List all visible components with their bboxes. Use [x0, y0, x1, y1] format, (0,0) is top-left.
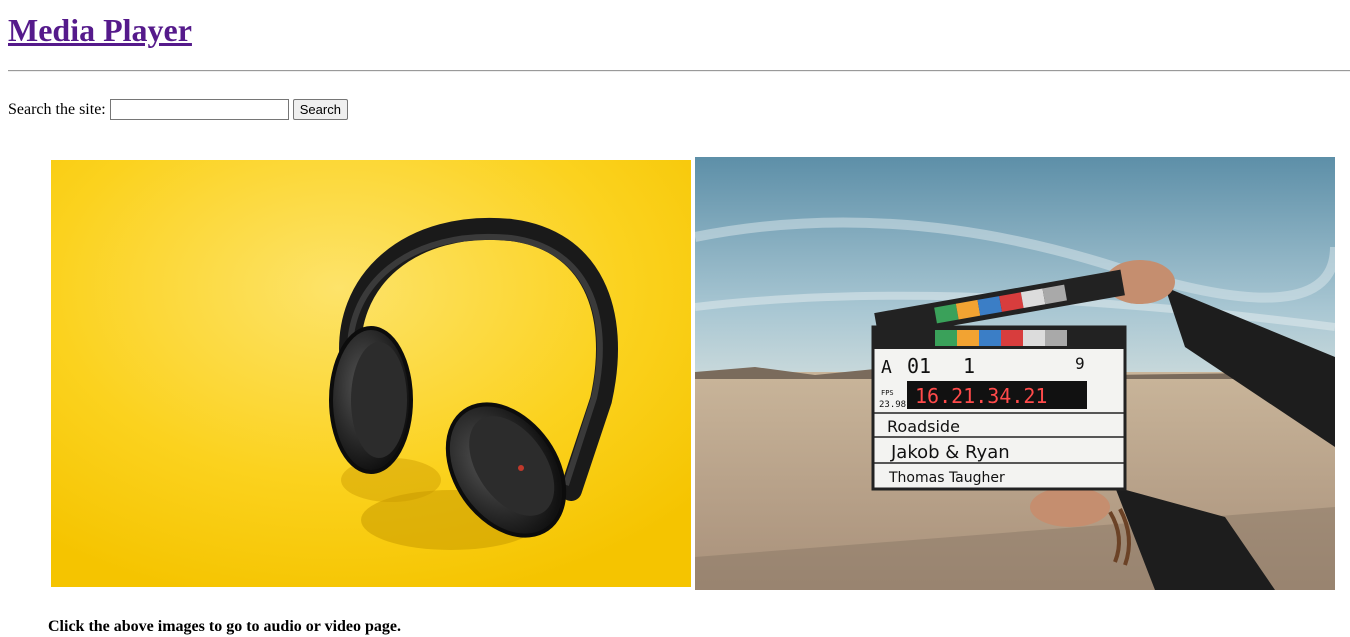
svg-text:9: 9	[1075, 354, 1085, 373]
svg-text:Jakob & Ryan: Jakob & Ryan	[890, 442, 1010, 463]
svg-text:01: 01	[907, 354, 931, 378]
svg-text:FPS: FPS	[881, 389, 894, 397]
search-label: Search the site:	[8, 100, 106, 118]
search-form: Search the site: Search	[8, 99, 348, 120]
video-page-link[interactable]: A 01 1 9 FPS 23.98 16.21.34.21 Roadside …	[695, 157, 1335, 590]
search-button[interactable]: Search	[292, 99, 348, 120]
svg-text:23.98: 23.98	[879, 400, 906, 410]
caption-text: Click the above images to go to audio or…	[48, 618, 402, 635]
home-link[interactable]: Media Player	[8, 12, 192, 48]
svg-text:1: 1	[963, 354, 975, 378]
page: Media Player Search the site: Search A 0…	[0, 0, 1350, 637]
page-title: Media Player	[8, 10, 192, 50]
divider	[8, 70, 1350, 72]
search-input[interactable]	[109, 99, 289, 120]
svg-text:Roadside: Roadside	[887, 417, 960, 436]
svg-text:16.21.34.21: 16.21.34.21	[915, 384, 1047, 408]
svg-text:Thomas Taugher: Thomas Taugher	[888, 470, 1005, 486]
headphones-image	[51, 160, 691, 587]
audio-page-link[interactable]	[51, 160, 691, 587]
svg-text:A: A	[881, 357, 892, 378]
clapperboard-image: A 01 1 9 FPS 23.98 16.21.34.21 Roadside …	[695, 157, 1335, 590]
